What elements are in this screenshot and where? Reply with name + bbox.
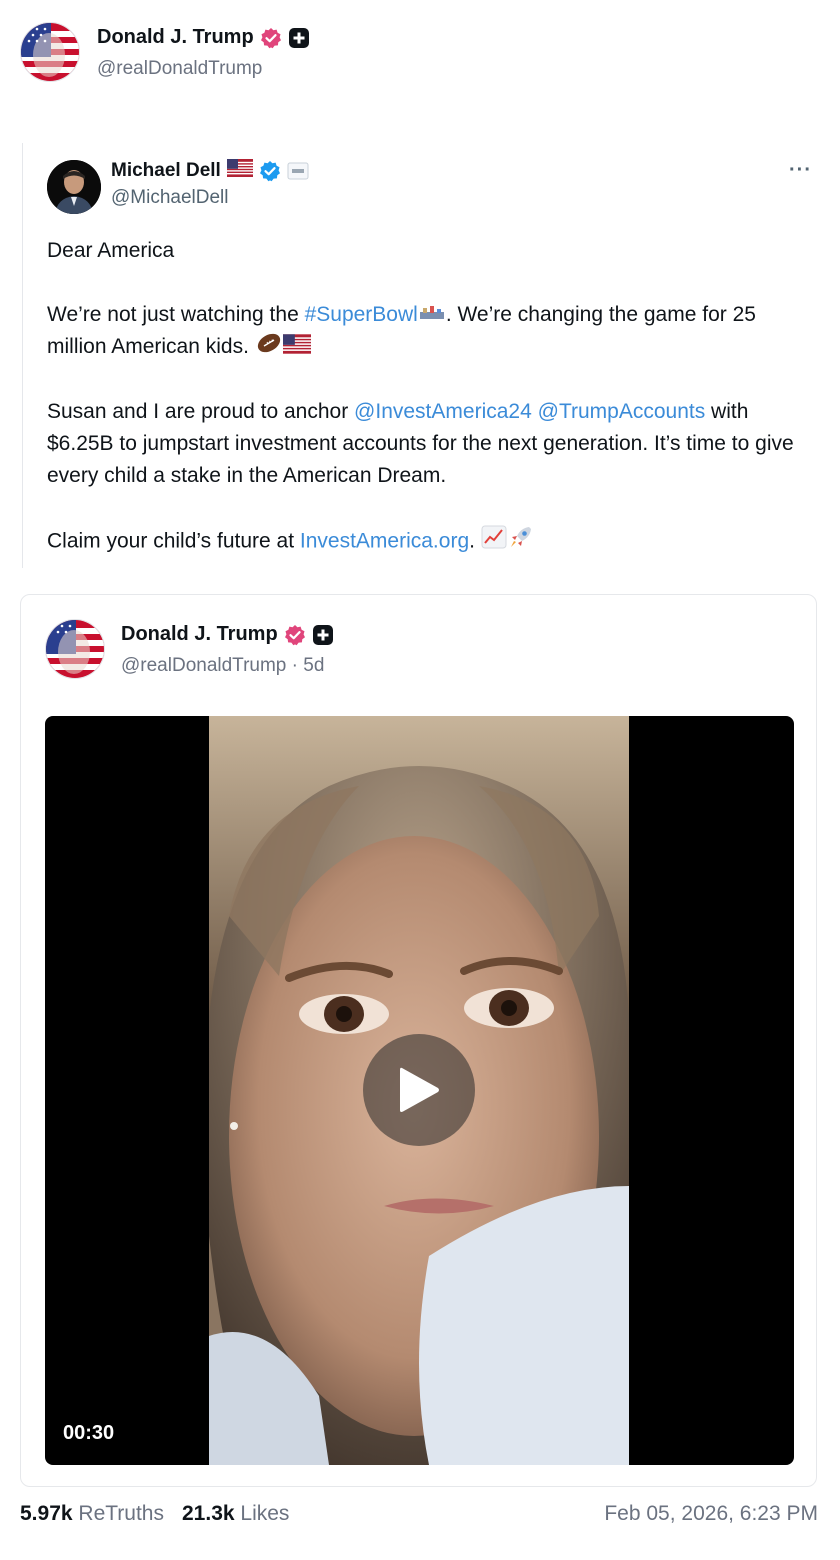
affiliate-logo-icon (287, 162, 309, 180)
quoted-author-name[interactable]: Michael Dell (111, 160, 221, 182)
card-author-avatar[interactable] (45, 619, 105, 679)
investamerica-link[interactable]: InvestAmerica.org (300, 529, 469, 552)
card-author-handle[interactable]: @realDonaldTrump · 5d (121, 655, 324, 677)
embedded-post-card[interactable]: Donald J. Trump @realDonaldTrump · 5d 00… (20, 594, 817, 1487)
rocket-icon (507, 524, 535, 560)
card-author-name[interactable]: Donald J. Trump (121, 623, 278, 646)
quoted-author-handle[interactable]: @MichaelDell (111, 187, 229, 209)
paragraph-anchor: Susan and I are proud to anchor @InvestA… (47, 396, 817, 492)
paragraph-greeting: Dear America (47, 239, 175, 262)
retruths-stat[interactable]: 5.97k ReTruths (20, 1502, 164, 1526)
quoted-author-avatar[interactable] (47, 160, 101, 214)
author-avatar[interactable] (20, 22, 80, 82)
likes-label: Likes (240, 1502, 290, 1525)
video-duration: 00:30 (63, 1422, 115, 1444)
likes-stat[interactable]: 21.3k Likes (182, 1502, 289, 1526)
play-button[interactable] (363, 1034, 475, 1146)
football-icon (255, 332, 283, 364)
paragraph-superbowl: We’re not just watching the #SuperBowl. … (47, 299, 817, 364)
stadium-icon (418, 299, 446, 331)
more-icon[interactable]: ··· (789, 159, 812, 182)
paragraph-claim: Claim your child’s future at InvestAmeri… (47, 524, 817, 560)
quoted-post-body: Dear America We’re not just watching the… (47, 235, 817, 592)
play-icon (400, 1067, 439, 1112)
plus-badge-icon (312, 624, 334, 646)
text: . (469, 529, 481, 553)
plus-badge-icon (288, 27, 310, 49)
verified-badge-icon (260, 27, 282, 49)
mention-investamerica24-link[interactable]: @InvestAmerica24 (354, 400, 532, 423)
post-header: Donald J. Trump @realDonaldTrump (20, 22, 820, 84)
engagement-stats: 5.97k ReTruths 21.3k Likes (20, 1502, 289, 1526)
video-player[interactable]: 00:30 (45, 716, 794, 1465)
text: We’re not just watching the (47, 303, 305, 326)
flag-us-icon (226, 159, 253, 182)
verified-badge-icon (259, 160, 281, 182)
chart-up-icon (481, 525, 507, 559)
post-timestamp: Feb 05, 2026, 6:23 PM (604, 1502, 818, 1525)
quoted-post[interactable]: Michael Dell @MichaelDell ··· Dear Ameri… (22, 143, 822, 568)
verified-badge-icon (284, 624, 306, 646)
author-name[interactable]: Donald J. Trump (97, 26, 254, 49)
post-footer: 5.97k ReTruths 21.3k Likes Feb 05, 2026,… (20, 1502, 820, 1534)
mention-trumpaccounts-link[interactable]: @TrumpAccounts (538, 400, 706, 423)
flag-us-icon (282, 332, 311, 364)
retruths-count: 5.97k (20, 1502, 73, 1525)
text: Claim your child’s future at (47, 529, 300, 553)
author-handle[interactable]: @realDonaldTrump (97, 58, 262, 80)
likes-count: 21.3k (182, 1502, 235, 1525)
text: Susan and I are proud to anchor (47, 399, 355, 423)
retruths-label: ReTruths (78, 1502, 164, 1525)
hashtag-superbowl-link[interactable]: #SuperBowl (305, 303, 418, 326)
